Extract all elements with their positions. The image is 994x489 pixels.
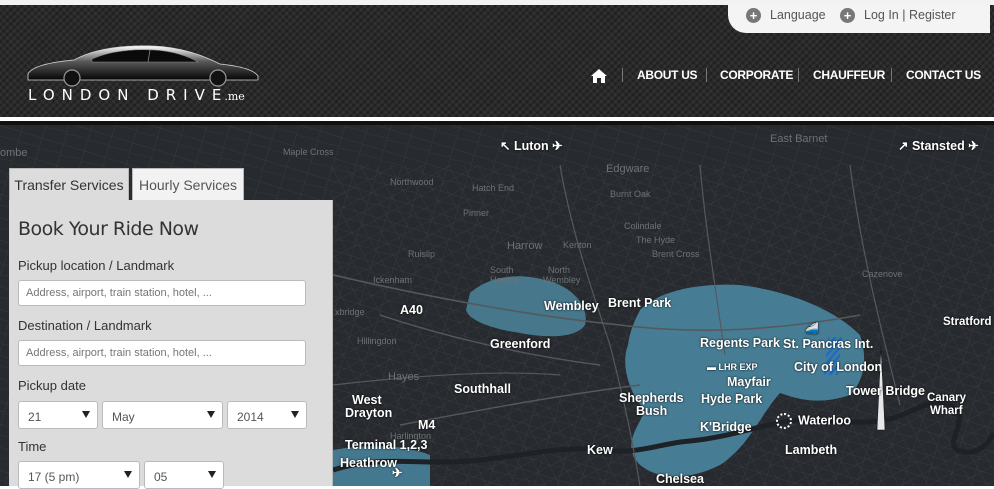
logo-wordmark[interactable]: LONDON DRIVE.me [28,86,245,104]
caret-down-icon [207,411,215,418]
booking-title: Book Your Ride Now [18,218,199,240]
map-label-kew: Kew [587,443,613,457]
map-label-kbridge: K'Bridge [700,420,752,434]
time-label: Time [18,439,47,454]
map-label-a40: A40 [400,303,423,317]
map-faint-label: South [490,265,514,275]
map-faint-label: Northwood [390,177,434,187]
arrow-up-right-icon: ↗ [898,139,909,153]
caret-down-icon [291,411,299,418]
date-month-select[interactable]: May [102,401,223,429]
map-label-heathrow[interactable]: Heathrow ✈ [340,457,402,480]
tab-transfer-services[interactable]: Transfer Services [9,168,129,201]
pickup-label: Pickup location / Landmark [18,258,175,273]
nav-separator [798,68,799,82]
map-label-city-of-london: City of London [794,360,883,374]
map-label-terminal: Terminal 1,2,3 [345,438,428,452]
arrow-up-left-icon: ↖ [500,139,511,153]
map-faint-label: Maple Cross [283,147,334,157]
airplane-icon: ✈ [392,466,403,480]
map-faint-label: Edgware [606,163,650,175]
map-label-stansted[interactable]: ↗ Stansted ✈ [898,140,979,153]
map-faint-label: Hayes [388,371,420,383]
map-label-regents-park: Regents Park [700,336,780,350]
nav-about-us[interactable]: ABOUT US [637,68,698,82]
map-label-waterloo: Waterloo [776,413,851,429]
pickup-date-label: Pickup date [18,378,86,393]
map-faint-label: Hatch End [472,183,515,193]
map-faint-label: Pinner [463,208,490,218]
caret-down-icon [124,471,132,478]
nav-chauffeur[interactable]: CHAUFFEUR [813,68,885,82]
map-faint-label: Harrow [490,275,520,285]
destination-input[interactable] [18,340,306,366]
airplane-icon: ✈ [968,139,979,153]
map-faint-label: Ruislip [408,249,436,259]
plus-circle-icon: + [746,8,761,24]
map-faint-label: Hillingdon [357,336,397,346]
map-label-st-pancras: 🚄 St. Pancras Int. [783,323,874,351]
map-label-chelsea: Chelsea [656,472,704,486]
map-label-southhall: Southhall [454,382,511,396]
nav-separator [891,68,892,82]
london-eye-icon [776,413,792,429]
train-icon: 🚄 [805,323,819,335]
map-faint-label: Cazenove [862,269,903,279]
register-link[interactable]: Register [909,8,956,22]
map-faint-label: North [548,265,571,275]
utility-separator: | [902,8,906,22]
map-label-lambeth: Lambeth [785,443,838,457]
plus-circle-icon: + [840,8,855,24]
train-icon: ▬ [707,362,716,372]
date-year-select[interactable]: 2014 [227,401,307,429]
time-hour-select[interactable]: 17 (5 pm) [18,461,140,489]
map-faint-label: Ickenham [373,275,413,285]
map-label-drayton: Drayton [345,406,393,420]
time-minute-select[interactable]: 05 [144,461,224,489]
map-faint-label: xbridge [335,307,365,317]
map-label-tower-bridge: Tower Bridge [846,384,925,398]
destination-label: Destination / Landmark [18,318,152,333]
map-label-canary: Canary [927,392,966,404]
nav-corporate[interactable]: CORPORATE [720,68,793,82]
map-faint-label: Brent Cross [652,249,700,259]
map-label-greenford: Greenford [490,337,551,351]
language-link[interactable]: + Language [746,8,826,24]
pickup-location-input[interactable] [18,280,306,306]
map-faint-label: Kenton [563,240,592,250]
map-faint-label: ombe [0,147,28,159]
nav-separator [622,68,623,82]
map-label-m4: M4 [418,418,436,432]
map-label-brent-park: Brent Park [608,296,672,310]
logo-text: LONDON DRIVE [28,86,229,104]
login-link[interactable]: Log In [864,8,899,22]
booking-panel: Book Your Ride Now Pickup location / Lan… [9,200,333,489]
map-label-wembley: Wembley [544,299,599,313]
map-label-bush: Bush [636,404,668,418]
map-label-hyde-park: Hyde Park [701,392,763,406]
map-faint-label: Colindale [624,221,662,231]
map-label-stratford: Stratford [943,316,992,328]
login-register: + Log In | Register [840,8,956,24]
map-faint-label: The Hyde [636,235,676,245]
map-label-wharf: Wharf [930,405,963,417]
nav-separator [706,68,707,82]
map-label-mayfair: Mayfair [727,375,771,389]
language-label: Language [770,8,826,22]
airplane-icon: ✈ [552,139,563,153]
map-label-luton[interactable]: ↖ Luton ✈ [500,140,563,153]
map-faint-label: Burnt Oak [610,189,651,199]
caret-down-icon [82,411,90,418]
caret-down-icon [208,471,216,478]
map-faint-label: Wembley [543,275,581,285]
nav-contact-us[interactable]: CONTACT US [906,68,981,82]
map-faint-label: East Barnet [770,133,828,145]
map-faint-label: Harrow [507,240,543,252]
logo-suffix: .me [224,90,245,103]
tab-hourly-services[interactable]: Hourly Services [132,168,244,201]
map-label-lhr-exp: ▬ LHR EXP [707,362,758,372]
home-icon[interactable] [590,68,608,84]
date-day-select[interactable]: 21 [18,401,98,429]
